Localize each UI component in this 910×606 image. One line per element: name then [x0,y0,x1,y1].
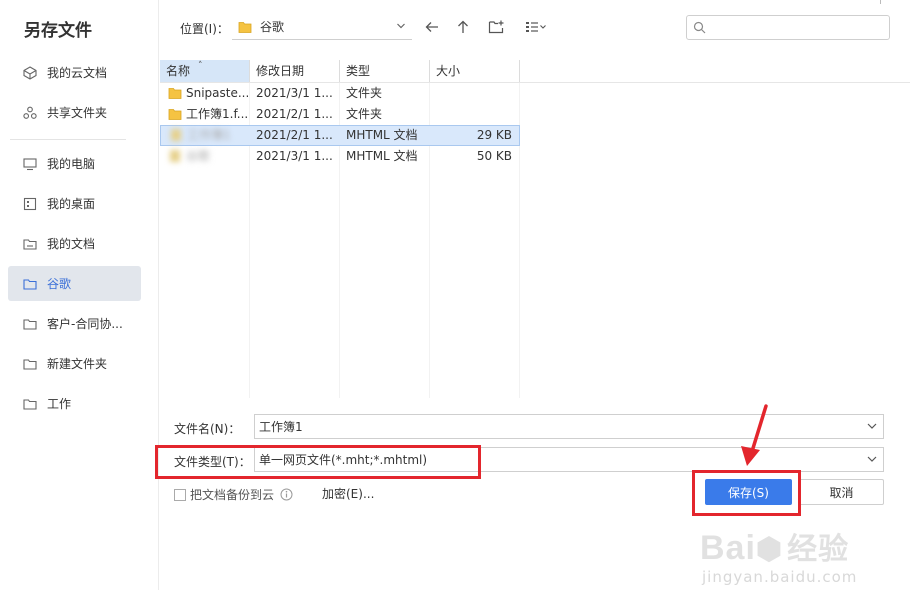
file-type: MHTML 文档 [346,128,418,142]
sidebar-item-label: 工作 [47,397,72,411]
backup-label: 把文档备份到云 [190,488,275,502]
location-value: 谷歌 [260,20,285,34]
file-type: MHTML 文档 [346,149,418,163]
sidebar-item-label: 谷歌 [47,277,72,291]
back-button[interactable] [421,16,443,38]
annotation-arrow-icon [741,404,768,466]
search-input[interactable] [686,15,890,40]
view-mode-button[interactable] [520,16,552,38]
filetype-select[interactable]: 单一网页文件(*.mht;*.mhtml) [254,447,884,472]
folder-icon [168,86,182,100]
monitor-icon [22,156,38,172]
sidebar-divider-vertical [158,0,159,590]
sidebar-item-label: 我的桌面 [47,197,96,211]
folder-icon [22,396,38,412]
chevron-down-icon [866,420,878,435]
sidebar-item-my-computer[interactable]: 我的电脑 [8,146,141,181]
file-date: 2021/2/1 1... [256,128,333,142]
folder-icon [22,356,38,372]
file-name: Snipaste... [186,86,248,100]
cancel-button[interactable]: 取消 [799,479,884,505]
column-header-name[interactable]: 名称 ˄ [160,60,249,82]
arrow-left-icon [424,19,440,35]
file-type: 文件夹 [346,107,383,121]
table-row-selected[interactable]: 工作簿1 2021/2/1 1... MHTML 文档 29 KB [160,125,520,146]
file-list-header: 名称 ˄ 修改日期 类型 大小 [160,60,910,82]
file-date: 2021/3/1 1... [256,86,333,100]
window-edge [880,0,886,4]
sort-ascending-icon: ˄ [198,61,203,71]
file-date: 2021/3/1 1... [256,149,333,163]
new-folder-icon [488,19,504,35]
paw-icon: ⬢ [755,533,784,566]
file-type: 文件夹 [346,86,383,100]
sidebar: 另存文件 我的云文档 共享文件夹 我的电脑 我的桌面 我的文档 谷歌 客户-合同… [0,0,158,606]
sidebar-item-label: 客户-合同协... [47,317,123,331]
filetype-value: 单一网页文件(*.mht;*.mhtml) [259,453,428,467]
file-icon [169,128,183,142]
sidebar-item-google[interactable]: 谷歌 [8,266,141,301]
arrow-up-icon [455,19,471,35]
sidebar-item-new-folder[interactable]: 新建文件夹 [8,346,141,381]
folder-icon [168,107,182,121]
file-size: 50 KB [476,149,512,163]
folder-icon [238,20,252,34]
folder-icon [22,276,38,292]
file-name: 谷歌 [186,149,211,163]
file-size [430,83,512,104]
sidebar-item-label: 我的文档 [47,237,96,251]
document-folder-icon [22,236,38,252]
table-row[interactable]: 谷歌 2021/3/1 1... MHTML 文档 50 KB [160,146,520,167]
backup-to-cloud-option[interactable]: 把文档备份到云 [174,486,293,503]
location-label: 位置(I)： [180,22,229,36]
new-folder-button[interactable] [485,16,507,38]
desktop-icon [22,196,38,212]
filetype-label: 文件类型(T)： [174,455,251,469]
sidebar-divider [10,139,126,140]
sidebar-item-client-contract[interactable]: 客户-合同协... [8,306,141,341]
search-icon [693,21,706,34]
sidebar-item-my-desktop[interactable]: 我的桌面 [8,186,141,221]
watermark-url: jingyan.baidu.com [702,568,858,586]
filename-label: 文件名(N)： [174,422,241,436]
cloud-doc-icon [22,65,38,81]
chevron-down-icon [396,21,406,31]
file-size [430,104,512,125]
sidebar-item-shared-folder[interactable]: 共享文件夹 [8,95,141,130]
table-row[interactable]: Snipaste... 2021/3/1 1... 文件夹 [160,83,520,104]
share-icon [22,105,38,121]
sidebar-item-label: 我的电脑 [47,157,96,171]
dialog-title: 另存文件 [24,21,92,41]
backup-checkbox[interactable] [174,488,186,501]
file-name: 工作簿1.f... [186,107,248,121]
column-header-size[interactable]: 大小 [430,60,519,82]
sidebar-item-label: 我的云文档 [47,66,108,80]
column-header-date[interactable]: 修改日期 [250,60,339,82]
baidu-watermark: Bai⬢ 经验 jingyan.baidu.com [700,520,900,600]
file-icon [168,149,182,163]
sidebar-item-label: 共享文件夹 [47,106,108,120]
file-date: 2021/2/1 1... [256,107,333,121]
file-name: 工作簿1 [187,128,231,142]
folder-icon [22,316,38,332]
filename-value: 工作簿1 [259,420,303,434]
watermark-brand: Bai [700,529,756,567]
watermark-brand2: 经验 [787,533,850,566]
file-size: 29 KB [476,128,512,142]
filename-input[interactable]: 工作簿1 [254,414,884,439]
sidebar-item-my-documents[interactable]: 我的文档 [8,226,141,261]
up-button[interactable] [452,16,474,38]
save-button[interactable]: 保存(S) [705,479,792,505]
table-row[interactable]: 工作簿1.f... 2021/2/1 1... 文件夹 [160,104,520,125]
location-dropdown[interactable]: 谷歌 [232,14,412,40]
sidebar-item-cloud-docs[interactable]: 我的云文档 [8,55,141,90]
sidebar-item-work[interactable]: 工作 [8,386,141,421]
info-icon[interactable] [280,488,293,501]
encrypt-link[interactable]: 加密(E)... [322,485,374,502]
column-header-type[interactable]: 类型 [340,60,429,82]
list-view-icon [525,20,547,34]
sidebar-item-label: 新建文件夹 [47,357,108,371]
chevron-down-icon [866,453,878,468]
